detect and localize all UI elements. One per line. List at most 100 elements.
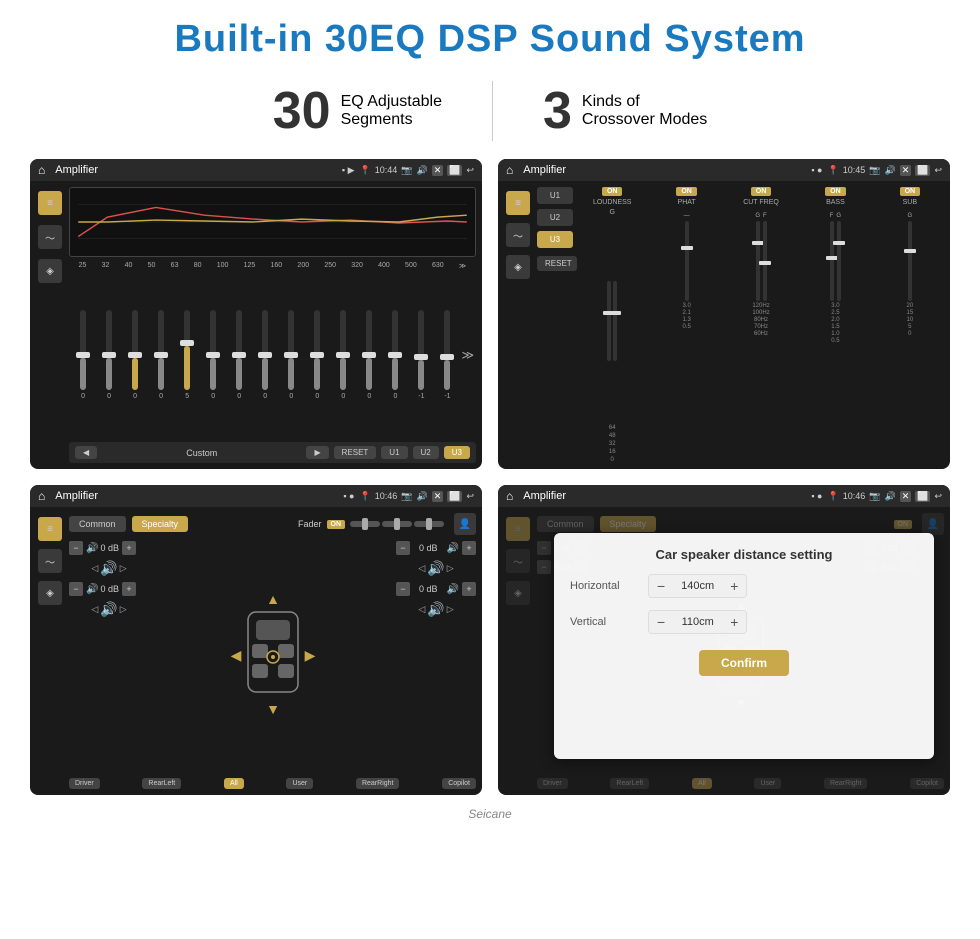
svg-text:◀: ◀ [230, 647, 241, 663]
eq-slider-7[interactable]: 0 [227, 310, 251, 400]
pos-rearright[interactable]: RearRight [356, 778, 400, 789]
speaker-time: 10:46 [375, 491, 398, 501]
sp-vol-row-4: − 0 dB 🔊 + [396, 582, 476, 596]
sp-plus-2[interactable]: + [122, 582, 136, 596]
eq-slider-4[interactable]: 0 [149, 310, 173, 400]
dialog-horizontal-input: − 140cm + [648, 574, 747, 598]
eq-bottom-bar: ◀ Custom ▶ RESET U1 U2 U3 [69, 442, 476, 463]
crossover-window-icon[interactable]: ⬜ [915, 165, 930, 176]
eq-slider-14[interactable]: -1 [409, 310, 433, 400]
speaker-home-icon[interactable]: ⌂ [38, 489, 45, 503]
ch-phat: ON PHAT — 3.02.11.30.5 [652, 187, 720, 463]
speaker-user-icon[interactable]: 👤 [454, 513, 476, 535]
crossover-location-icon: 📍 [828, 165, 839, 176]
distance-close-icon[interactable]: ✕ [900, 491, 912, 502]
close-icon[interactable]: ✕ [432, 165, 444, 176]
eq-slider-13[interactable]: 0 [383, 310, 407, 400]
speaker-window-icon[interactable]: ⬜ [447, 491, 462, 502]
eq-more-btn[interactable]: ≫ [461, 348, 474, 362]
sp-minus-1[interactable]: − [69, 541, 83, 555]
speaker-sidebar-wave[interactable]: 〜 [38, 549, 62, 573]
dialog-horizontal-minus[interactable]: − [657, 578, 665, 594]
sp-minus-4[interactable]: − [396, 582, 410, 596]
window-icon[interactable]: ⬜ [447, 165, 462, 176]
distance-screen: ⌂ Amplifier ▪ ● 📍 10:46 📷 🔊 ✕ ⬜ ↩ ≡ 〜 [498, 485, 950, 795]
ch-bass-on[interactable]: ON [825, 187, 846, 196]
sp-minus-3[interactable]: − [396, 541, 410, 555]
dialog-horizontal-plus[interactable]: + [730, 578, 738, 594]
crossover-close-icon[interactable]: ✕ [900, 165, 912, 176]
distance-time: 10:46 [843, 491, 866, 501]
eq-u2-btn[interactable]: U2 [413, 446, 439, 459]
eq-prev-btn[interactable]: ◀ [75, 446, 97, 459]
distance-home-icon[interactable]: ⌂ [506, 489, 513, 503]
eq-slider-12[interactable]: 0 [357, 310, 381, 400]
eq-sidebar-btn-eq[interactable]: ≡ [38, 191, 62, 215]
eq-slider-3[interactable]: 0 [123, 310, 147, 400]
dialog-vertical-minus[interactable]: − [657, 614, 665, 630]
preset-u3[interactable]: U3 [537, 231, 573, 248]
eq-slider-9[interactable]: 0 [279, 310, 303, 400]
eq-u1-btn[interactable]: U1 [381, 446, 407, 459]
dialog-vertical-plus[interactable]: + [730, 614, 738, 630]
pos-driver[interactable]: Driver [69, 778, 100, 789]
eq-slider-10[interactable]: 0 [305, 310, 329, 400]
back-icon[interactable]: ↩ [466, 165, 474, 176]
ch-sub-on[interactable]: ON [900, 187, 921, 196]
eq-slider-15[interactable]: -1 [435, 310, 459, 400]
fader-slider-3[interactable] [414, 521, 444, 527]
crossover-sidebar-eq[interactable]: ≡ [506, 191, 530, 215]
ch-phat-on[interactable]: ON [676, 187, 697, 196]
home-icon[interactable]: ⌂ [38, 163, 45, 177]
speaker-volume-icon: 🔊 [416, 491, 427, 502]
eq-slider-5[interactable]: 5 [175, 310, 199, 400]
dist-sidebar-eq: ≡ [506, 517, 530, 541]
crossover-reset-btn[interactable]: RESET [537, 256, 577, 271]
speaker-tab-common[interactable]: Common [69, 516, 126, 532]
speaker-status-bar: ⌂ Amplifier ▪ ● 📍 10:46 📷 🔊 ✕ ⬜ ↩ [30, 485, 482, 507]
speaker-top-bar: Common Specialty Fader ON 👤 [69, 513, 476, 535]
eq-sidebar-btn-wave[interactable]: 〜 [38, 225, 62, 249]
eq-slider-1[interactable]: 0 [71, 310, 95, 400]
fader-slider-2[interactable] [382, 521, 412, 527]
speaker-close-icon[interactable]: ✕ [432, 491, 444, 502]
speaker-tab-specialty[interactable]: Specialty [132, 516, 189, 532]
sp-minus-2[interactable]: − [69, 582, 83, 596]
eq-slider-2[interactable]: 0 [97, 310, 121, 400]
eq-sidebar-btn-vol[interactable]: ◈ [38, 259, 62, 283]
eq-slider-8[interactable]: 0 [253, 310, 277, 400]
pos-copilot[interactable]: Copilot [442, 778, 476, 789]
dialog-confirm-button[interactable]: Confirm [699, 650, 789, 676]
preset-u1[interactable]: U1 [537, 187, 573, 204]
sp-plus-3[interactable]: + [462, 541, 476, 555]
crossover-sidebar-vol[interactable]: ◈ [506, 255, 530, 279]
page-header: Built-in 30EQ DSP Sound System [0, 0, 980, 71]
speaker-middle: − 🔊 0 dB + ◁🔊▷ − [69, 541, 476, 772]
eq-slider-6[interactable]: 0 [201, 310, 225, 400]
eq-slider-11[interactable]: 0 [331, 310, 355, 400]
eq-u3-btn[interactable]: U3 [444, 446, 470, 459]
sp-plus-4[interactable]: + [462, 582, 476, 596]
distance-status-bar: ⌂ Amplifier ▪ ● 📍 10:46 📷 🔊 ✕ ⬜ ↩ [498, 485, 950, 507]
speaker-back-icon[interactable]: ↩ [466, 491, 474, 502]
eq-reset-btn[interactable]: RESET [334, 446, 377, 459]
pos-user[interactable]: User [286, 778, 313, 789]
pos-rearleft[interactable]: RearLeft [142, 778, 181, 789]
distance-back-icon[interactable]: ↩ [934, 491, 942, 502]
distance-window-icon[interactable]: ⬜ [915, 491, 930, 502]
crossover-sidebar-wave[interactable]: 〜 [506, 223, 530, 247]
preset-u2[interactable]: U2 [537, 209, 573, 226]
crossover-camera-icon: 📷 [869, 165, 880, 176]
eq-next-btn[interactable]: ▶ [306, 446, 328, 459]
fader-on-btn[interactable]: ON [327, 520, 346, 529]
crossover-home-icon[interactable]: ⌂ [506, 163, 513, 177]
sp-plus-1[interactable]: + [122, 541, 136, 555]
fader-slider-1[interactable] [350, 521, 380, 527]
speaker-sidebar-eq[interactable]: ≡ [38, 517, 62, 541]
ch-loudness-on[interactable]: ON [602, 187, 623, 196]
crossover-back-icon[interactable]: ↩ [934, 165, 942, 176]
speaker-sidebar-vol[interactable]: ◈ [38, 581, 62, 605]
speaker-record-icon: ▪ ● [343, 491, 354, 501]
pos-all[interactable]: All [224, 778, 244, 789]
ch-cutfreq-on[interactable]: ON [751, 187, 772, 196]
